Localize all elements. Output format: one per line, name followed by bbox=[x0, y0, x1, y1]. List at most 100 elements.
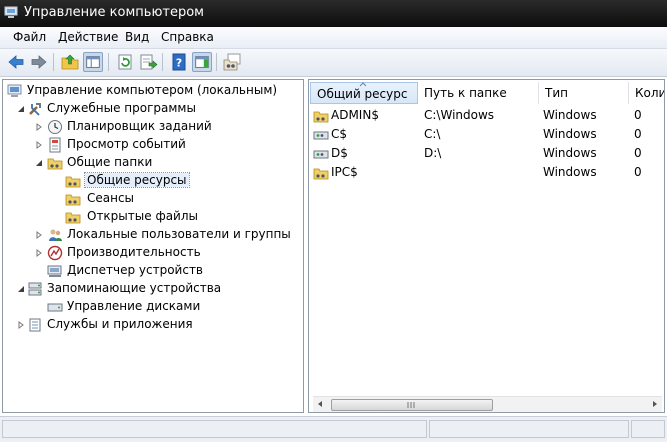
performance-icon bbox=[47, 245, 63, 261]
tree-item-event-viewer[interactable]: Просмотр событий bbox=[3, 136, 303, 154]
column-header-path[interactable]: Путь к папке bbox=[418, 82, 539, 104]
table-row[interactable]: IPC$ Windows 0 bbox=[309, 163, 664, 182]
share-type: Windows bbox=[543, 146, 597, 160]
tree-item-label: Локальные пользователи и группы bbox=[67, 227, 291, 241]
collapsed-triangle-icon[interactable] bbox=[17, 321, 25, 329]
tree-item-storage[interactable]: Запоминающие устройства bbox=[3, 280, 303, 298]
svg-text:?: ? bbox=[176, 57, 182, 70]
column-header-label: Путь к папке bbox=[424, 86, 507, 100]
horizontal-scrollbar[interactable] bbox=[313, 396, 662, 412]
share-count: 0 bbox=[634, 108, 642, 122]
back-arrow-icon[interactable] bbox=[6, 52, 26, 72]
share-name: ADMIN$ bbox=[331, 108, 379, 122]
tree-item-label: Сеансы bbox=[87, 191, 135, 205]
toolbar-separator bbox=[216, 53, 217, 71]
storage-icon bbox=[28, 282, 42, 296]
disk-icon bbox=[47, 303, 63, 312]
device-manager-icon bbox=[47, 265, 62, 277]
collapsed-triangle-icon[interactable] bbox=[35, 141, 43, 149]
export-list-icon[interactable] bbox=[138, 52, 158, 72]
collapsed-triangle-icon[interactable] bbox=[35, 249, 43, 257]
menu-file[interactable]: Файл bbox=[13, 30, 46, 44]
scroll-left-icon[interactable] bbox=[316, 400, 324, 408]
shared-folder-icon bbox=[65, 176, 81, 188]
table-row[interactable]: ADMIN$ C:\Windows Windows 0 bbox=[309, 106, 664, 125]
toolbar-separator bbox=[53, 53, 54, 71]
status-bar bbox=[0, 416, 667, 442]
grip-icon bbox=[407, 402, 415, 408]
share-count: 0 bbox=[634, 146, 642, 160]
help-icon[interactable]: ? bbox=[169, 52, 189, 72]
title-bar[interactable]: Управление компьютером bbox=[0, 0, 667, 27]
tree-item-local-users-groups[interactable]: Локальные пользователи и группы bbox=[3, 226, 303, 244]
tree-item-device-manager[interactable]: Диспетчер устройств bbox=[3, 262, 303, 280]
tree-item-sessions[interactable]: Сеансы bbox=[3, 190, 303, 208]
share-path: C:\Windows bbox=[424, 108, 495, 122]
tree-item-open-files[interactable]: Открытые файлы bbox=[3, 208, 303, 226]
tree-item-system-tools[interactable]: Служебные программы bbox=[3, 100, 303, 118]
expanded-triangle-icon[interactable] bbox=[17, 285, 25, 293]
status-cell bbox=[631, 420, 665, 438]
forward-arrow-icon[interactable] bbox=[29, 52, 49, 72]
menu-action[interactable]: Действие bbox=[58, 30, 118, 44]
services-icon bbox=[29, 318, 41, 332]
tree-item-performance[interactable]: Производительность bbox=[3, 244, 303, 262]
table-row[interactable]: D$ D:\ Windows 0 bbox=[309, 144, 664, 163]
show-hide-action-pane-icon[interactable] bbox=[192, 52, 212, 72]
computer-management-icon bbox=[4, 6, 18, 18]
tree-item-label: Управление дисками bbox=[67, 299, 201, 313]
menu-help[interactable]: Справка bbox=[161, 30, 214, 44]
tree-item-shared-folders[interactable]: Общие папки bbox=[3, 154, 303, 172]
menu-view[interactable]: Вид bbox=[125, 30, 149, 44]
tree-item-task-scheduler[interactable]: Планировщик заданий bbox=[3, 118, 303, 136]
tools-icon bbox=[29, 103, 41, 116]
up-folder-icon[interactable] bbox=[60, 52, 80, 72]
column-header-label: Тип bbox=[545, 86, 568, 100]
shares-list: Общий ресурс Путь к папке Тип Коли ADMIN… bbox=[308, 79, 665, 413]
tree-item-label: Общие ресурсы bbox=[84, 172, 190, 188]
expanded-triangle-icon[interactable] bbox=[17, 105, 25, 113]
tree-item-label: Производительность bbox=[67, 245, 201, 259]
column-header-share[interactable]: Общий ресурс bbox=[310, 82, 418, 104]
computer-management-icon bbox=[7, 84, 22, 97]
tree-item-label: Служебные программы bbox=[47, 101, 196, 115]
column-header-type[interactable]: Тип bbox=[539, 82, 629, 104]
share-name: D$ bbox=[331, 146, 348, 160]
share-name: C$ bbox=[331, 127, 348, 141]
tree-item-computer-management[interactable]: Управление компьютером (локальным) bbox=[3, 82, 303, 100]
tree-item-label: Планировщик заданий bbox=[67, 119, 212, 133]
collapsed-triangle-icon[interactable] bbox=[35, 123, 43, 131]
status-cell bbox=[429, 420, 629, 438]
scrollbar-thumb[interactable] bbox=[331, 399, 493, 411]
share-type: Windows bbox=[543, 108, 597, 122]
shared-folder-icon bbox=[65, 212, 81, 224]
shared-folder-icon bbox=[313, 111, 329, 123]
toolbar-separator bbox=[108, 53, 109, 71]
scroll-right-icon[interactable] bbox=[651, 400, 659, 408]
shared-drive-icon bbox=[313, 150, 329, 159]
clock-icon bbox=[48, 120, 62, 134]
computer-management-window: Управление компьютером Файл Действие Вид… bbox=[0, 0, 667, 442]
table-row[interactable]: C$ C:\ Windows 0 bbox=[309, 125, 664, 144]
tree-item-disk-management[interactable]: Управление дисками bbox=[3, 298, 303, 316]
tree-item-label: Диспетчер устройств bbox=[67, 263, 204, 277]
users-icon bbox=[49, 229, 62, 241]
share-count: 0 bbox=[634, 127, 642, 141]
refresh-icon[interactable] bbox=[115, 52, 135, 72]
tree-item-label: Открытые файлы bbox=[87, 209, 198, 223]
collapsed-triangle-icon[interactable] bbox=[35, 231, 43, 239]
new-share-icon[interactable] bbox=[222, 52, 242, 72]
event-viewer-icon bbox=[49, 137, 61, 153]
expanded-triangle-icon[interactable] bbox=[35, 159, 43, 167]
column-header-count[interactable]: Коли bbox=[629, 82, 664, 104]
tree-item-label: Запоминающие устройства bbox=[47, 281, 222, 295]
share-type: Windows bbox=[543, 165, 597, 179]
menu-bar: Файл Действие Вид Справка bbox=[0, 27, 667, 49]
tree-item-shares[interactable]: Общие ресурсы bbox=[3, 172, 303, 190]
tree-item-label: Службы и приложения bbox=[47, 317, 193, 331]
share-count: 0 bbox=[634, 165, 642, 179]
shared-folder-icon bbox=[313, 168, 329, 180]
tree-item-services-applications[interactable]: Службы и приложения bbox=[3, 316, 303, 334]
show-hide-tree-icon[interactable] bbox=[83, 52, 103, 72]
share-type: Windows bbox=[543, 127, 597, 141]
